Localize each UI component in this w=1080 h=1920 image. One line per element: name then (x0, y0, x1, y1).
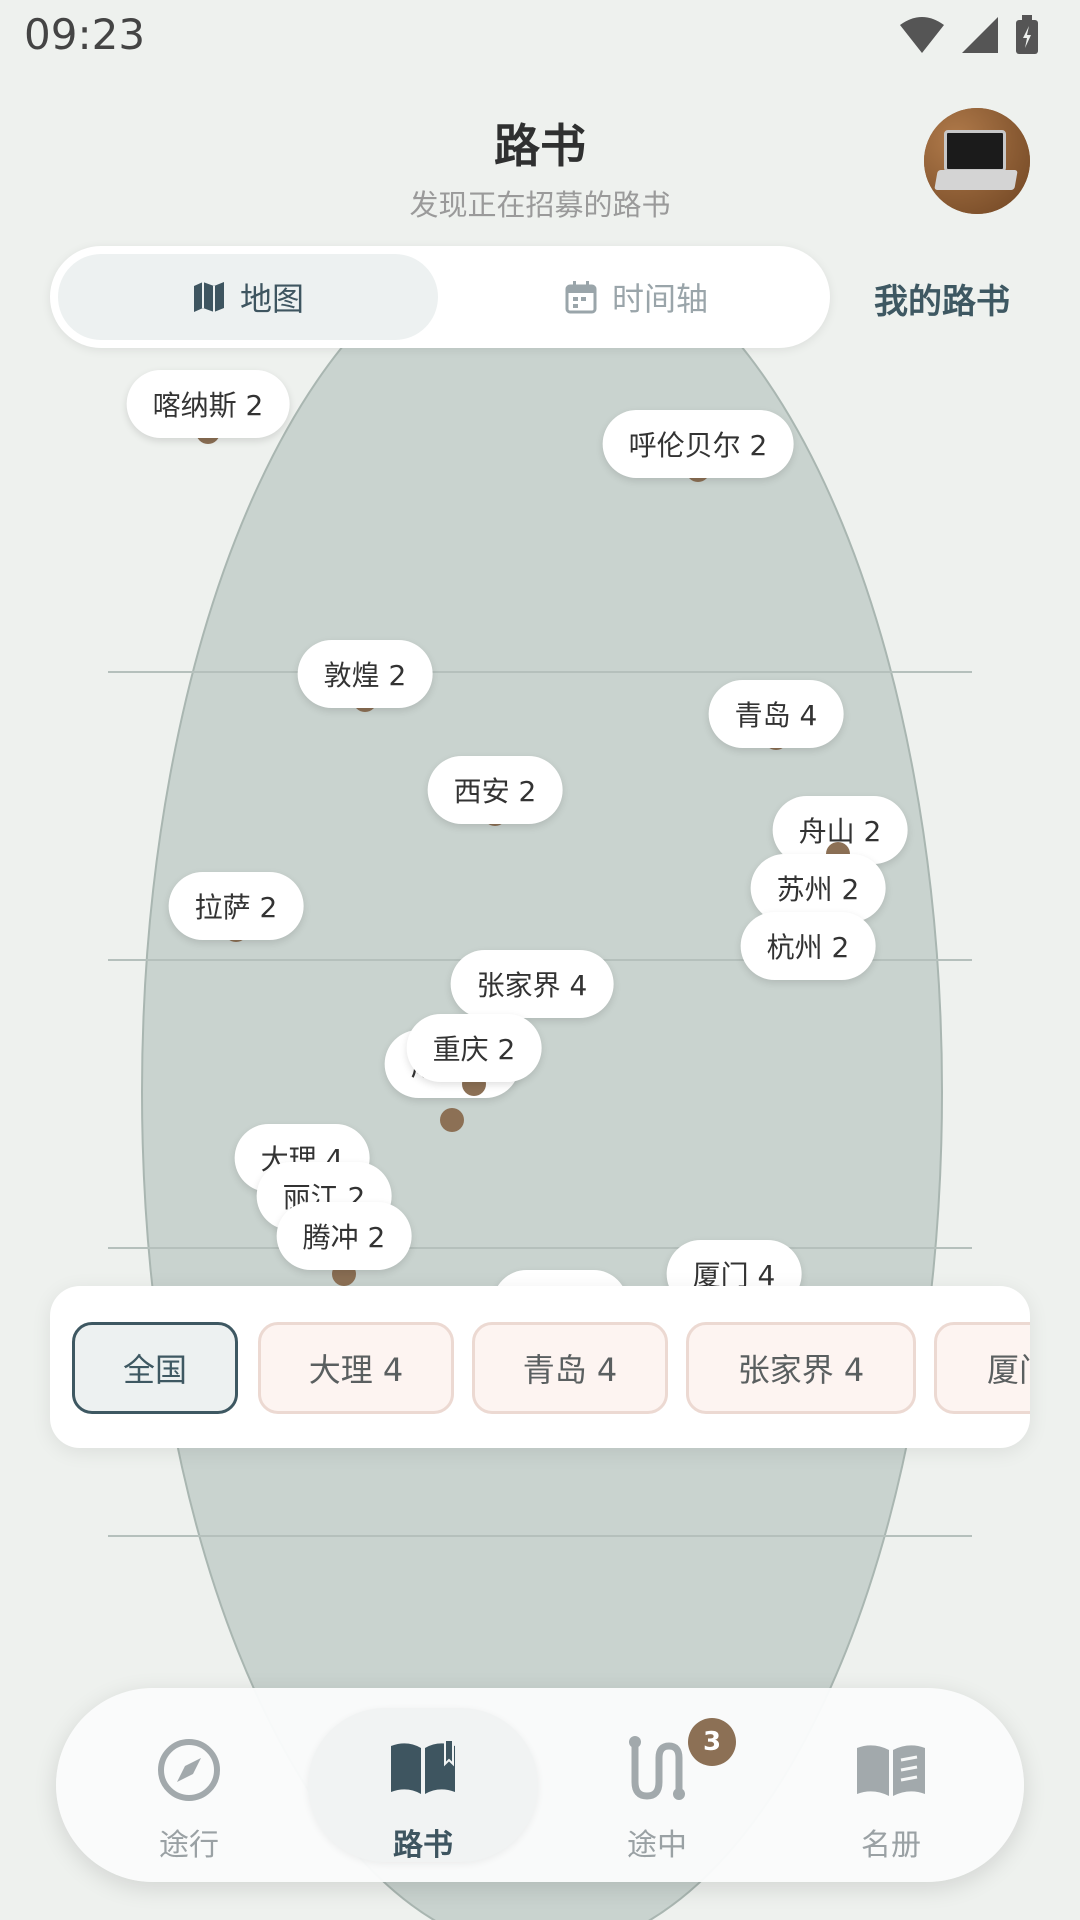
status-bar: 09:23 (0, 0, 1080, 70)
nav-item-roster[interactable]: 名册 (774, 1688, 1008, 1882)
china-map[interactable]: 喀纳斯 2 呼伦贝尔 2 敦煌 2 青岛 4 西安 2 舟山 2 苏州 2 杭州 2 拉萨 2张… (0, 340, 1080, 1920)
calendar-icon (565, 281, 597, 314)
page-subtitle: 发现正在招募的路书 (409, 188, 671, 222)
map-marker-label[interactable]: 腾冲 2 (276, 1202, 412, 1270)
view-switch: 地图 时间轴 (50, 246, 830, 348)
chip-dali[interactable]: 大理 4 (258, 1322, 454, 1414)
map-shape (108, 340, 972, 1920)
ontrip-count-badge: 3 (688, 1718, 736, 1766)
tab-map[interactable]: 地图 (58, 254, 438, 340)
map-marker-label[interactable]: 杭州 2 (740, 912, 876, 980)
nav-item-explore[interactable]: 途行 (72, 1688, 306, 1882)
page-title: 路书 (494, 119, 586, 173)
tab-timeline[interactable]: 时间轴 (450, 254, 822, 340)
status-time: 09:23 (24, 10, 146, 59)
bottom-nav: 途行 路书 3 途中 名册 (56, 1688, 1024, 1882)
my-books-link[interactable]: 我的路书 (874, 274, 1010, 323)
page-header: 路书 发现正在招募的路书 (0, 110, 1080, 224)
map-marker-label[interactable]: 拉萨 2 (168, 872, 304, 940)
nav-label-explore: 途行 (159, 1828, 219, 1863)
chip-all[interactable]: 全国 (72, 1322, 238, 1414)
map-marker-label[interactable]: 张家界 4 (450, 950, 614, 1018)
open-book-icon (391, 1739, 455, 1794)
nav-label-roadbook: 路书 (393, 1828, 453, 1863)
nav-item-roadbook[interactable]: 路书 (306, 1688, 540, 1882)
nav-label-ontrip: 途中 (627, 1828, 687, 1863)
avatar[interactable] (924, 108, 1030, 214)
chip-zhangjiajie[interactable]: 张家界 4 (686, 1322, 916, 1414)
map-marker-label[interactable]: 青岛 4 (708, 680, 844, 748)
map-marker-label[interactable]: 呼伦贝尔 2 (602, 410, 794, 478)
signal-icon (962, 17, 998, 53)
chip-xiamen[interactable]: 厦门 4 (934, 1322, 1030, 1414)
nav-item-ontrip[interactable]: 3 途中 (540, 1688, 774, 1882)
chip-qingdao[interactable]: 青岛 4 (472, 1322, 668, 1414)
map-marker-label[interactable]: 重庆 2 (406, 1014, 542, 1082)
city-filter-bar: 全国 大理 4 青岛 4 张家界 4 厦门 4 (50, 1286, 1030, 1448)
tab-map-label: 地图 (239, 280, 304, 318)
map-marker-dot[interactable] (440, 1108, 464, 1132)
map-marker-label[interactable]: 喀纳斯 2 (126, 370, 290, 438)
map-marker-label[interactable]: 敦煌 2 (297, 640, 433, 708)
status-icons (898, 14, 1040, 56)
tab-timeline-label: 时间轴 (611, 280, 708, 318)
map-icon (193, 282, 224, 312)
route-icon (629, 1736, 685, 1800)
roster-book-icon (857, 1745, 925, 1796)
map-marker-label[interactable]: 西安 2 (427, 756, 563, 824)
battery-icon (1016, 15, 1038, 54)
compass-icon (158, 1739, 220, 1801)
wifi-icon (900, 17, 944, 53)
nav-label-roster: 名册 (861, 1828, 921, 1863)
